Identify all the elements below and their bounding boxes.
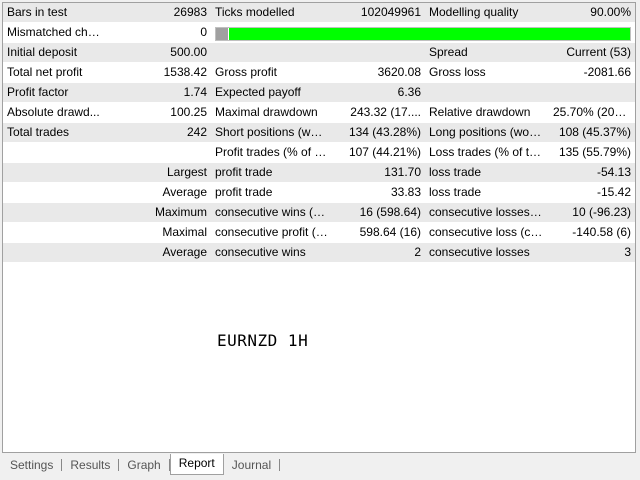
largest-profit-trade-label: profit trade <box>211 162 333 183</box>
long-positions-label: Long positions (won... <box>425 122 549 143</box>
average-consecutive-losses-label: consecutive losses <box>425 242 549 263</box>
total-trades-value: 242 <box>107 122 211 143</box>
table-row: Maximal consecutive profit (c... 598.64 … <box>3 222 635 243</box>
absolute-drawdown-value: 100.25 <box>107 102 211 123</box>
empty-cell <box>3 142 107 163</box>
gross-loss-value: -2081.66 <box>549 62 635 83</box>
modelling-quality-bar-fill <box>229 27 630 40</box>
total-net-profit-label: Total net profit <box>3 62 107 83</box>
largest-loss-trade-label: loss trade <box>425 162 549 183</box>
modelling-quality-bar-cell <box>211 22 635 43</box>
expected-payoff-value: 6.36 <box>333 82 425 103</box>
symbol-timeframe-caption: EURNZD 1H <box>217 331 309 350</box>
average-loss-trade-label: loss trade <box>425 182 549 203</box>
report-panel: Bars in test 26983 Ticks modelled 102049… <box>2 2 636 453</box>
tester-tabbar: Settings Results Graph Report Journal <box>2 454 636 475</box>
table-row: Absolute drawd... 100.25 Maximal drawdow… <box>3 102 635 123</box>
average-consecutive-losses-value: 3 <box>549 242 635 263</box>
loss-trades-value: 135 (55.79%) <box>549 142 635 163</box>
tab-results[interactable]: Results <box>62 456 118 475</box>
spread-label: Spread <box>425 42 549 63</box>
profit-factor-value: 1.74 <box>107 82 211 103</box>
short-positions-label: Short positions (won... <box>211 122 333 143</box>
average-consecutive-label: Average <box>3 242 211 263</box>
average-profit-trade-value: 33.83 <box>333 182 425 203</box>
max-consecutive-wins-label: consecutive wins (pr... <box>211 202 333 223</box>
modelling-quality-value: 90.00% <box>549 3 635 23</box>
table-row: Mismatched cha... 0 <box>3 22 635 43</box>
modelling-quality-label: Modelling quality <box>425 3 549 23</box>
strategy-tester-window: Bars in test 26983 Ticks modelled 102049… <box>0 0 640 480</box>
ticks-modelled-value: 102049961 <box>333 3 425 23</box>
gross-loss-label: Gross loss <box>425 62 549 83</box>
tab-divider <box>279 459 281 471</box>
largest-label: Largest <box>3 162 211 183</box>
table-row: Average profit trade 33.83 loss trade -1… <box>3 182 635 203</box>
table-row: Maximum consecutive wins (pr... 16 (598.… <box>3 202 635 223</box>
spread-value: Current (53) <box>549 42 635 63</box>
largest-loss-trade-value: -54.13 <box>549 162 635 183</box>
table-row: Total trades 242 Short positions (won...… <box>3 122 635 143</box>
report-table: Bars in test 26983 Ticks modelled 102049… <box>3 3 635 263</box>
average-consecutive-wins-value: 2 <box>333 242 425 263</box>
tab-graph[interactable]: Graph <box>119 456 168 475</box>
initial-deposit-label: Initial deposit <box>3 42 107 63</box>
mismatched-charts-label: Mismatched cha... <box>3 22 107 43</box>
max-consecutive-wins-value: 16 (598.64) <box>333 202 425 223</box>
maximal-drawdown-value: 243.32 (17.... <box>333 102 425 123</box>
initial-deposit-value: 500.00 <box>107 42 211 63</box>
average-profit-trade-label: profit trade <box>211 182 333 203</box>
empty-cell <box>425 82 549 103</box>
maximal-consecutive-loss-value: -140.58 (6) <box>549 222 635 243</box>
average-consecutive-wins-label: consecutive wins <box>211 242 333 263</box>
bars-in-test-value: 26983 <box>107 3 211 23</box>
empty-cell <box>333 42 425 63</box>
empty-cell <box>107 142 211 163</box>
maximum-label: Maximum <box>3 202 211 223</box>
loss-trades-label: Loss trades (% of total) <box>425 142 549 163</box>
table-row: Initial deposit 500.00 Spread Current (5… <box>3 42 635 63</box>
table-row: Profit trades (% of to... 107 (44.21%) L… <box>3 142 635 163</box>
relative-drawdown-value: 25.70% (201.... <box>549 102 635 123</box>
empty-cell <box>549 82 635 103</box>
table-row: Average consecutive wins 2 consecutive l… <box>3 242 635 263</box>
maximal-label: Maximal <box>3 222 211 243</box>
gross-profit-label: Gross profit <box>211 62 333 83</box>
table-row: Total net profit 1538.42 Gross profit 36… <box>3 62 635 83</box>
largest-profit-trade-value: 131.70 <box>333 162 425 183</box>
max-consecutive-losses-value: 10 (-96.23) <box>549 202 635 223</box>
long-positions-value: 108 (45.37%) <box>549 122 635 143</box>
short-positions-value: 134 (43.28%) <box>333 122 425 143</box>
maximal-consecutive-profit-value: 598.64 (16) <box>333 222 425 243</box>
absolute-drawdown-label: Absolute drawd... <box>3 102 107 123</box>
average-loss-trade-value: -15.42 <box>549 182 635 203</box>
profit-trades-value: 107 (44.21%) <box>333 142 425 163</box>
bars-in-test-label: Bars in test <box>3 3 107 23</box>
expected-payoff-label: Expected payoff <box>211 82 333 103</box>
table-row: Profit factor 1.74 Expected payoff 6.36 <box>3 82 635 103</box>
ticks-modelled-label: Ticks modelled <box>211 3 333 23</box>
mismatched-charts-value: 0 <box>107 22 211 43</box>
tab-report[interactable]: Report <box>169 454 224 475</box>
maximal-drawdown-label: Maximal drawdown <box>211 102 333 123</box>
modelling-quality-bar-gray <box>216 27 228 40</box>
total-trades-label: Total trades <box>3 122 107 143</box>
tab-journal[interactable]: Journal <box>224 456 279 475</box>
tab-settings[interactable]: Settings <box>2 456 61 475</box>
max-consecutive-losses-label: consecutive losses (l... <box>425 202 549 223</box>
average-label: Average <box>3 182 211 203</box>
modelling-quality-bar <box>215 26 631 41</box>
empty-cell <box>211 42 333 63</box>
total-net-profit-value: 1538.42 <box>107 62 211 83</box>
table-row: Bars in test 26983 Ticks modelled 102049… <box>3 3 635 23</box>
gross-profit-value: 3620.08 <box>333 62 425 83</box>
relative-drawdown-label: Relative drawdown <box>425 102 549 123</box>
table-row: Largest profit trade 131.70 loss trade -… <box>3 162 635 183</box>
profit-trades-label: Profit trades (% of to... <box>211 142 333 163</box>
profit-factor-label: Profit factor <box>3 82 107 103</box>
maximal-consecutive-profit-label: consecutive profit (c... <box>211 222 333 243</box>
maximal-consecutive-loss-label: consecutive loss (co... <box>425 222 549 243</box>
